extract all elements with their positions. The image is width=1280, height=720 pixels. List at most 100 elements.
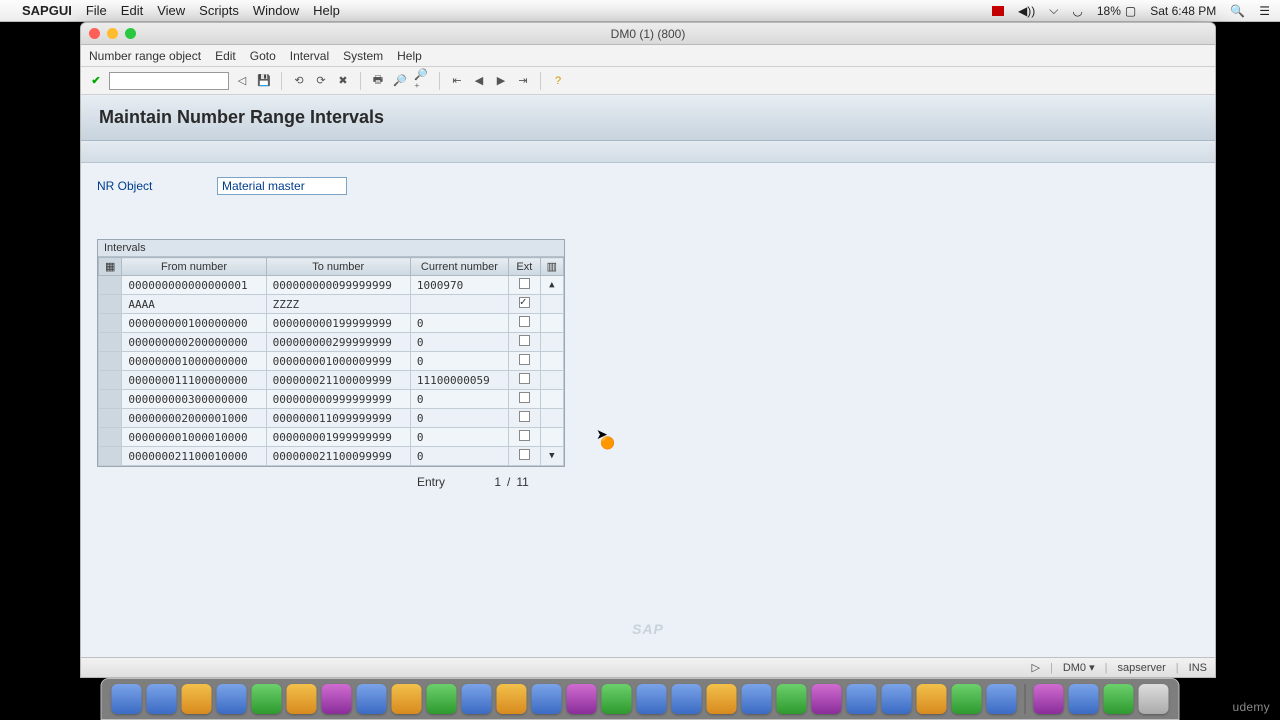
dock-item[interactable]: [987, 684, 1017, 714]
cell-to[interactable]: 000000001999999999: [266, 428, 410, 447]
menu-system[interactable]: System: [343, 49, 383, 63]
cell-ext[interactable]: [509, 314, 541, 333]
cell-from[interactable]: 000000000100000000: [122, 314, 266, 333]
cell-from[interactable]: 000000001000010000: [122, 428, 266, 447]
spotlight-icon[interactable]: 🔍: [1230, 4, 1245, 18]
menu-interval[interactable]: Interval: [290, 49, 329, 63]
back-mini-icon[interactable]: ◁: [233, 72, 251, 90]
dock-item[interactable]: [287, 684, 317, 714]
dock-item[interactable]: [497, 684, 527, 714]
cell-from[interactable]: 000000000000000001: [122, 276, 266, 295]
col-from[interactable]: From number: [122, 258, 266, 276]
cell-current[interactable]: 1000970: [410, 276, 508, 295]
table-config-icon[interactable]: ▥: [540, 258, 563, 276]
cell-ext[interactable]: [509, 447, 541, 466]
volume-icon[interactable]: ◀)): [1018, 4, 1035, 18]
table-row[interactable]: 0000000003000000000000000009999999990: [99, 390, 564, 409]
firstpage-icon[interactable]: ⇤: [448, 72, 466, 90]
row-selector[interactable]: [99, 447, 122, 466]
scrollbar-track[interactable]: [540, 314, 563, 333]
cell-from[interactable]: 000000011100000000: [122, 371, 266, 390]
cell-ext[interactable]: [509, 428, 541, 447]
dock-item[interactable]: [147, 684, 177, 714]
scrollbar-track[interactable]: [540, 333, 563, 352]
menubar-scripts[interactable]: Scripts: [199, 3, 239, 18]
row-selector[interactable]: [99, 276, 122, 295]
dock-item[interactable]: [357, 684, 387, 714]
save-icon[interactable]: 💾: [255, 72, 273, 90]
cell-ext[interactable]: [509, 333, 541, 352]
cell-current[interactable]: 0: [410, 428, 508, 447]
dock-item[interactable]: [602, 684, 632, 714]
dock-item[interactable]: [882, 684, 912, 714]
notifications-icon[interactable]: ☰: [1259, 4, 1270, 18]
dock-item[interactable]: [672, 684, 702, 714]
cell-from[interactable]: 000000002000001000: [122, 409, 266, 428]
cell-current[interactable]: 0: [410, 390, 508, 409]
selectall-icon[interactable]: ▦: [99, 258, 122, 276]
cell-current[interactable]: 0: [410, 447, 508, 466]
minimize-icon[interactable]: [107, 28, 118, 39]
cell-to[interactable]: 000000000299999999: [266, 333, 410, 352]
dock-item[interactable]: [812, 684, 842, 714]
cell-from[interactable]: 000000021100010000: [122, 447, 266, 466]
cell-ext[interactable]: [509, 371, 541, 390]
scroll-up-icon[interactable]: ▲: [540, 276, 563, 295]
cell-to[interactable]: 000000001000009999: [266, 352, 410, 371]
dock-item[interactable]: [217, 684, 247, 714]
row-selector[interactable]: [99, 333, 122, 352]
scrollbar-track[interactable]: [540, 409, 563, 428]
clock[interactable]: Sat 6:48 PM: [1150, 4, 1216, 18]
scrollbar-track[interactable]: [540, 371, 563, 390]
dock-item[interactable]: [777, 684, 807, 714]
dock-item[interactable]: [567, 684, 597, 714]
cell-current[interactable]: 0: [410, 409, 508, 428]
back-icon[interactable]: ⟲: [290, 72, 308, 90]
cell-current[interactable]: [410, 295, 508, 314]
dock-item[interactable]: [112, 684, 142, 714]
dock-item[interactable]: [182, 684, 212, 714]
battery-status[interactable]: 18% ▢: [1097, 4, 1136, 18]
checkbox-icon[interactable]: [519, 316, 530, 327]
menubar-app[interactable]: SAPGUI: [22, 3, 72, 18]
help-icon[interactable]: ?: [549, 72, 567, 90]
table-row[interactable]: 0000000001000000000000000001999999990: [99, 314, 564, 333]
dock-item[interactable]: [742, 684, 772, 714]
table-row[interactable]: 0000000010000100000000000019999999990: [99, 428, 564, 447]
dock-item[interactable]: [707, 684, 737, 714]
exit-icon[interactable]: ⟳: [312, 72, 330, 90]
checkbox-icon[interactable]: [519, 411, 530, 422]
cell-to[interactable]: 000000000199999999: [266, 314, 410, 333]
dock-item[interactable]: [322, 684, 352, 714]
titlebar[interactable]: DM0 (1) (800): [81, 23, 1215, 45]
cell-to[interactable]: 000000000099999999: [266, 276, 410, 295]
col-to[interactable]: To number: [266, 258, 410, 276]
enter-icon[interactable]: ✔: [87, 72, 105, 90]
cell-from[interactable]: 000000001000000000: [122, 352, 266, 371]
menubar-window[interactable]: Window: [253, 3, 299, 18]
cell-ext[interactable]: [509, 276, 541, 295]
dock-item[interactable]: [252, 684, 282, 714]
close-icon[interactable]: [89, 28, 100, 39]
cell-to[interactable]: 000000000999999999: [266, 390, 410, 409]
scrollbar-track[interactable]: [540, 390, 563, 409]
scroll-down-icon[interactable]: ▼: [540, 447, 563, 466]
scrollbar-track[interactable]: [540, 428, 563, 447]
cell-current[interactable]: 0: [410, 314, 508, 333]
cell-from[interactable]: AAAA: [122, 295, 266, 314]
print-icon[interactable]: 🖶: [369, 72, 387, 90]
maximize-icon[interactable]: [125, 28, 136, 39]
status-system[interactable]: DM0 ▾: [1063, 661, 1095, 674]
mac-dock[interactable]: [101, 678, 1180, 720]
table-row[interactable]: 0000000000000000010000000000999999991000…: [99, 276, 564, 295]
cell-from[interactable]: 000000000200000000: [122, 333, 266, 352]
menubar-file[interactable]: File: [86, 3, 107, 18]
row-selector[interactable]: [99, 409, 122, 428]
dock-item[interactable]: [1034, 684, 1064, 714]
findnext-icon[interactable]: 🔎⁺: [413, 72, 431, 90]
nr-object-field[interactable]: Material master: [217, 177, 347, 195]
dock-item[interactable]: [1104, 684, 1134, 714]
table-row[interactable]: 0000000211000100000000000211000999990▼: [99, 447, 564, 466]
dock-trash-icon[interactable]: [1139, 684, 1169, 714]
checkbox-icon[interactable]: [519, 354, 530, 365]
